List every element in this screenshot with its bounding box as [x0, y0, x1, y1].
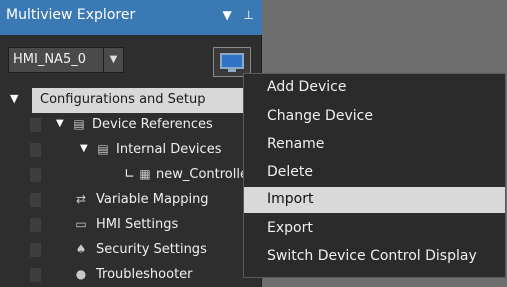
expand-arrow-icon[interactable]: ▼	[80, 143, 88, 154]
panel-title: Multiview Explorer	[6, 7, 136, 23]
chevron-down-icon[interactable]: ▼	[103, 48, 123, 72]
menu-item-delete[interactable]: Delete	[244, 160, 505, 186]
tree-connector-icon: ∟	[124, 167, 135, 182]
tree-item-device-references[interactable]: ▼ ▤ Device References	[0, 113, 262, 138]
device-select[interactable]: HMI_NA5_0 ▼	[8, 47, 124, 73]
security-icon: ♠	[75, 242, 87, 256]
menu-item-import[interactable]: Import	[244, 187, 505, 213]
menu-item-label: Export	[267, 220, 313, 236]
menu-item-label: Switch Device Control Display	[267, 248, 477, 264]
menu-item-export[interactable]: Export	[244, 216, 505, 242]
menu-item-label: Add Device	[267, 79, 347, 95]
panel-header: Multiview Explorer ▼ ⊥	[0, 0, 262, 35]
tree-item-label: Troubleshooter	[96, 267, 193, 282]
dropdown-icon[interactable]: ▼	[222, 8, 231, 22]
gutter-marker	[30, 268, 41, 282]
tree-item-label: Internal Devices	[116, 142, 222, 157]
gutter-marker	[30, 118, 41, 132]
tree-item-variable-mapping[interactable]: ⇄ Variable Mapping	[0, 188, 262, 213]
settings-icon: ▭	[75, 217, 87, 231]
tree-item-security-settings[interactable]: ♠ Security Settings	[0, 238, 262, 263]
menu-item-rename[interactable]: Rename	[244, 132, 505, 158]
tree-item-label: Device References	[92, 117, 213, 132]
folder-icon: ▤	[73, 117, 85, 131]
gutter-marker	[30, 243, 41, 257]
device-select-value: HMI_NA5_0	[13, 52, 86, 67]
multiview-explorer-panel: Multiview Explorer ▼ ⊥ HMI_NA5_0 ▼ ▼ Con…	[0, 0, 262, 287]
tree-item-internal-devices[interactable]: ▼ ▤ Internal Devices	[0, 138, 262, 163]
menu-item-label: Rename	[267, 136, 325, 152]
expand-arrow-icon[interactable]: ▼	[10, 92, 18, 105]
tree-item-label: Security Settings	[96, 242, 207, 257]
pin-icon[interactable]: ⊥	[244, 8, 254, 22]
mapping-icon: ⇄	[75, 192, 87, 206]
context-menu: Add Device Change Device Rename Delete I…	[243, 73, 506, 278]
troubleshooter-icon: ●	[75, 267, 87, 281]
tree-item-hmi-settings[interactable]: ▭ HMI Settings	[0, 213, 262, 238]
menu-item-change-device[interactable]: Change Device	[244, 104, 505, 130]
gutter-marker	[30, 143, 41, 157]
folder-icon: ▤	[97, 142, 109, 156]
gutter-marker	[30, 218, 41, 232]
controller-icon: ▦	[139, 167, 151, 181]
menu-item-switch-device-control-display[interactable]: Switch Device Control Display	[244, 244, 505, 270]
tree-item-label: Variable Mapping	[96, 192, 209, 207]
tree-item-label: new_Controlle	[156, 167, 248, 182]
gutter-marker	[30, 168, 41, 182]
panel-header-icons: ▼ ⊥	[214, 8, 254, 22]
menu-item-label: Delete	[267, 164, 313, 180]
menu-item-add-device[interactable]: Add Device	[244, 75, 505, 101]
menu-item-label: Import	[267, 191, 314, 207]
tree-item-troubleshooter[interactable]: ● Troubleshooter	[0, 263, 262, 287]
monitor-icon	[220, 53, 244, 69]
menu-item-label: Change Device	[267, 108, 373, 124]
monitor-stand	[228, 69, 236, 72]
gutter-marker	[30, 193, 41, 207]
tree-item-label: Configurations and Setup	[40, 92, 206, 107]
tree-item-label: HMI Settings	[96, 217, 179, 232]
expand-arrow-icon[interactable]: ▼	[56, 118, 64, 129]
tree-item-configurations-and-setup[interactable]: Configurations and Setup	[32, 88, 262, 113]
tree-item-new-controller[interactable]: ∟ ▦ new_Controlle	[0, 163, 262, 188]
